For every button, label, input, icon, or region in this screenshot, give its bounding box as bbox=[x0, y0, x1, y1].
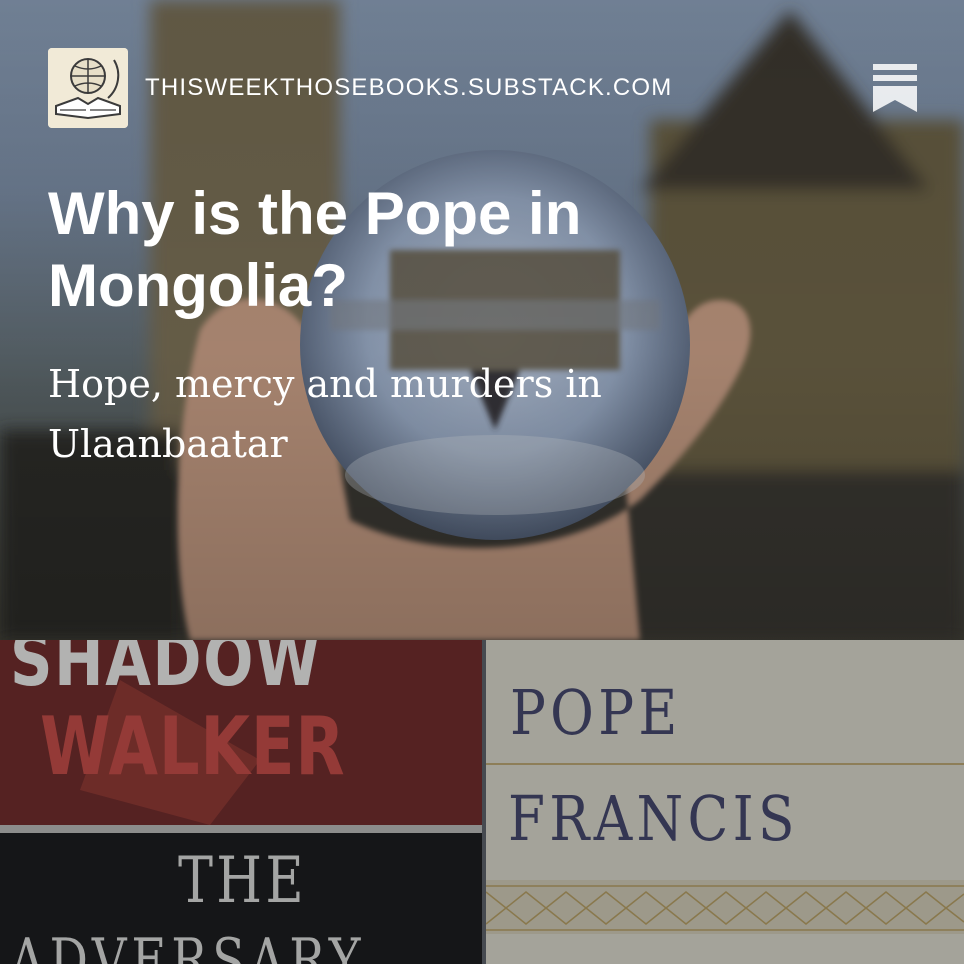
bookmark-button[interactable] bbox=[872, 64, 918, 114]
pope-francis-cover: POPE FRANCIS bbox=[486, 640, 964, 964]
shadow-walker-cover: SHADOW WALKER THE ADVERSARY bbox=[0, 640, 482, 964]
globe-icon bbox=[48, 48, 128, 128]
publication-domain-link[interactable]: THISWEEKTHOSEBOOKS.SUBSTACK.COM bbox=[145, 74, 673, 102]
publication-logo[interactable] bbox=[48, 48, 128, 128]
cover-text-the: THE bbox=[178, 844, 307, 918]
cover-text-francis: FRANCIS bbox=[508, 782, 799, 855]
cover-text-walker: WALKER bbox=[40, 700, 346, 793]
cover-text-adversary: ADVERSARY bbox=[10, 926, 366, 964]
bookmark-icon bbox=[873, 64, 917, 112]
article-subtitle: Hope, mercy and murders in Ulaanbaatar bbox=[48, 362, 602, 466]
book-covers-image: SHADOW WALKER THE ADVERSARY POPE FRANCIS bbox=[0, 640, 964, 964]
article-title: Why is the Pope in Mongolia? bbox=[48, 180, 582, 319]
cover-text-shadow: SHADOW bbox=[10, 640, 322, 702]
cover-text-pope: POPE bbox=[510, 676, 682, 749]
